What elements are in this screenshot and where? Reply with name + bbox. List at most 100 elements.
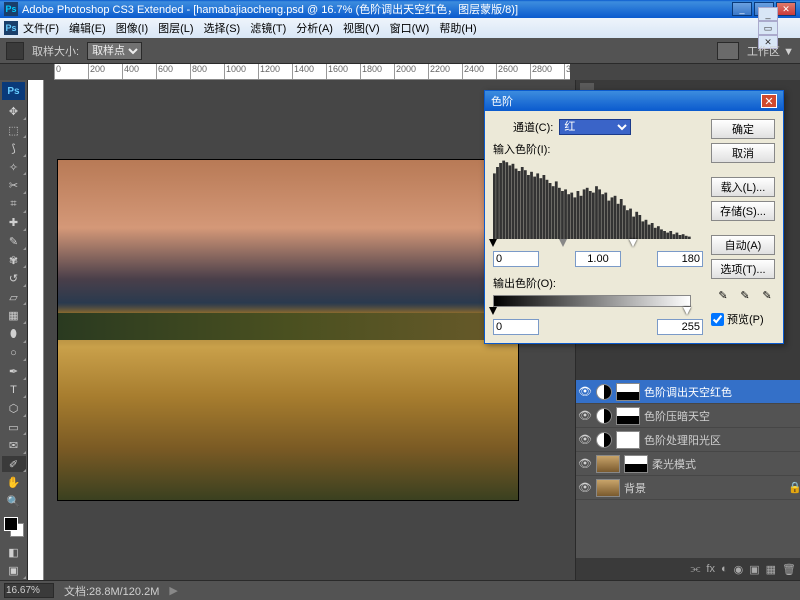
black-eyedropper-icon[interactable]: ✎ [715, 287, 731, 303]
white-eyedropper-icon[interactable]: ✎ [759, 287, 775, 303]
doc-icon: Ps [4, 21, 18, 35]
menu-edit[interactable]: 编辑(E) [64, 20, 111, 36]
close-button[interactable]: ✕ [776, 2, 796, 16]
quickmask-toggle[interactable]: ◧ [2, 544, 26, 561]
new-layer-icon[interactable]: ▦ [766, 563, 776, 576]
load-button[interactable]: 载入(L)... [711, 177, 775, 197]
dialog-close-button[interactable]: ✕ [761, 94, 777, 108]
preview-checkbox-row[interactable]: 预览(P) [711, 311, 775, 327]
menu-help[interactable]: 帮助(H) [434, 20, 481, 36]
layer-thumb [596, 479, 620, 497]
doc-minimize-button[interactable]: _ [758, 7, 778, 21]
menu-window[interactable]: 窗口(W) [385, 20, 435, 36]
input-slider-track[interactable] [493, 239, 691, 249]
layer-row[interactable]: 👁色阶处理阳光区 [576, 428, 800, 452]
layer-thumb [596, 455, 620, 473]
minimize-button[interactable]: _ [732, 2, 752, 16]
visibility-icon[interactable]: 👁 [578, 433, 592, 447]
stamp-tool[interactable]: ✾ [2, 252, 26, 269]
layer-row[interactable]: 👁 色阶压暗天空 [576, 404, 800, 428]
zoom-tool[interactable]: 🔍 [2, 493, 26, 510]
screenmode-toggle[interactable]: ▣ [2, 562, 26, 579]
tool-preset-icon[interactable] [6, 42, 24, 60]
input-gamma-field[interactable] [575, 251, 621, 267]
input-levels-label: 输入色阶(I): [493, 141, 703, 157]
shape-tool[interactable]: ▭ [2, 419, 26, 436]
gamma-slider[interactable] [559, 239, 567, 247]
adjustment-icon[interactable]: ◉ [734, 563, 744, 576]
input-white-field[interactable] [657, 251, 703, 267]
layer-name: 色阶压暗天空 [644, 408, 710, 424]
eraser-tool[interactable]: ▱ [2, 289, 26, 306]
ok-button[interactable]: 确定 [711, 119, 775, 139]
blur-tool[interactable]: ⬮ [2, 326, 26, 343]
type-tool[interactable]: T [2, 382, 26, 399]
foreground-color-swatch[interactable] [4, 517, 18, 531]
notes-tool[interactable]: ✉ [2, 437, 26, 454]
layer-name: 色阶调出天空红色 [644, 384, 732, 400]
wand-tool[interactable]: ✧ [2, 159, 26, 176]
white-point-slider[interactable] [629, 239, 637, 247]
adjustment-thumb [596, 432, 612, 448]
visibility-icon[interactable]: 👁 [578, 481, 592, 495]
trash-icon[interactable]: 🗑 [782, 563, 796, 576]
eyedropper-tool[interactable]: ✐ [2, 456, 26, 473]
workspace-button[interactable]: 工作区 ▼ [747, 43, 794, 59]
visibility-icon[interactable]: 👁 [578, 457, 592, 471]
brush-tool[interactable]: ✎ [2, 233, 26, 250]
menu-select[interactable]: 选择(S) [199, 20, 246, 36]
output-slider-track[interactable] [493, 307, 691, 317]
output-white-slider[interactable] [683, 307, 691, 315]
menu-filter[interactable]: 滤镜(T) [245, 20, 291, 36]
bridge-icon[interactable] [717, 42, 739, 60]
path-tool[interactable]: ⬡ [2, 400, 26, 417]
preview-checkbox[interactable] [711, 313, 724, 326]
save-button[interactable]: 存储(S)... [711, 201, 775, 221]
black-point-slider[interactable] [489, 239, 497, 247]
visibility-icon[interactable]: 👁 [578, 409, 592, 423]
dialog-titlebar[interactable]: 色阶 ✕ [485, 91, 783, 111]
crop-tool[interactable]: ✂ [2, 177, 26, 194]
fx-icon[interactable]: fx [706, 563, 715, 575]
layer-row[interactable]: 👁柔光模式 [576, 452, 800, 476]
folder-icon[interactable]: ▣ [749, 563, 759, 576]
gradient-tool[interactable]: ▦ [2, 307, 26, 324]
link-icon[interactable]: ⫘ [690, 563, 700, 576]
cancel-button[interactable]: 取消 [711, 143, 775, 163]
pen-tool[interactable]: ✒ [2, 363, 26, 380]
output-white-field[interactable] [657, 319, 703, 335]
heal-tool[interactable]: ✚ [2, 215, 26, 232]
visibility-icon[interactable]: 👁 [578, 385, 592, 399]
menu-image[interactable]: 图像(I) [111, 20, 153, 36]
hand-tool[interactable]: ✋ [2, 474, 26, 491]
marquee-tool[interactable]: ⬚ [2, 122, 26, 139]
options-button[interactable]: 选项(T)... [711, 259, 775, 279]
mask-icon[interactable]: ◐ [721, 563, 728, 575]
menu-view[interactable]: 视图(V) [338, 20, 385, 36]
lasso-tool[interactable]: ⟆ [2, 140, 26, 157]
gray-eyedropper-icon[interactable]: ✎ [737, 287, 753, 303]
menu-file[interactable]: 文件(F) [18, 20, 64, 36]
layer-row[interactable]: 👁背景🔒 [576, 476, 800, 500]
dodge-tool[interactable]: ○ [2, 345, 26, 362]
history-brush-tool[interactable]: ↺ [2, 270, 26, 287]
layer-row[interactable]: 👁 色阶调出天空红色 [576, 380, 800, 404]
dialog-title: 色阶 [491, 93, 513, 109]
levels-dialog: 色阶 ✕ 通道(C): 红 输入色阶(I): [484, 90, 784, 344]
window-title: Adobe Photoshop CS3 Extended - [hamabaji… [22, 1, 518, 17]
color-swatches[interactable] [0, 515, 27, 543]
menu-analysis[interactable]: 分析(A) [291, 20, 338, 36]
output-black-field[interactable] [493, 319, 539, 335]
doc-restore-button[interactable]: ▭ [758, 21, 778, 35]
move-tool[interactable]: ✥ [2, 103, 26, 120]
zoom-input[interactable] [4, 583, 54, 598]
output-black-slider[interactable] [489, 307, 497, 315]
slice-tool[interactable]: ⌗ [2, 196, 26, 213]
options-bar: 取样大小: 取样点 工作区 ▼ [0, 38, 800, 64]
layers-panel-tabs[interactable] [576, 360, 800, 380]
input-black-field[interactable] [493, 251, 539, 267]
channel-select[interactable]: 红 [559, 119, 631, 135]
sample-size-select[interactable]: 取样点 [87, 42, 142, 60]
menu-layer[interactable]: 图层(L) [153, 20, 198, 36]
auto-button[interactable]: 自动(A) [711, 235, 775, 255]
